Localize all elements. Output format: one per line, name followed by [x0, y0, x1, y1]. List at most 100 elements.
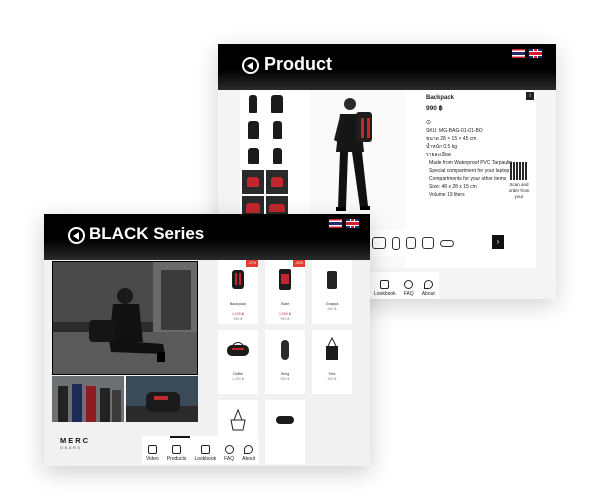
logo-text: MERC — [60, 436, 91, 445]
nav-about[interactable]: About — [238, 436, 259, 464]
related-products-strip: › — [368, 230, 504, 256]
original-price: 1,190 ฿ — [232, 312, 244, 316]
nav-lookbook[interactable]: Lookbook — [190, 436, 220, 464]
bag-photo — [126, 376, 198, 422]
video-player[interactable] — [52, 261, 198, 375]
logo-subtext: GEARS — [60, 445, 82, 450]
product-card[interactable]: Grappa 590 ฿ — [312, 260, 352, 324]
back-icon[interactable] — [242, 57, 259, 74]
thumbnail[interactable] — [242, 92, 264, 116]
series-header: BLACK Series — [44, 214, 370, 260]
nav-about[interactable]: About — [418, 272, 439, 299]
product-name: Sling — [280, 372, 290, 376]
thai-flag-icon[interactable] — [329, 219, 342, 228]
duffle-image — [226, 336, 250, 362]
video-thumbnail[interactable] — [52, 376, 124, 422]
nav-video[interactable]: Video — [142, 436, 163, 464]
bag-thumbnail[interactable] — [392, 236, 400, 250]
thumbnail[interactable] — [242, 144, 264, 168]
nav-label: Lookbook — [194, 456, 217, 462]
sling-image — [273, 336, 297, 362]
pin-icon — [244, 445, 254, 454]
detail-line: Volume 19 liters — [429, 192, 465, 198]
detail-line: Made from Waterproof PVC Tarpaulin — [429, 160, 513, 166]
group-photo — [52, 376, 124, 422]
bag-thumbnail[interactable] — [372, 237, 386, 249]
product-weight: น้ำหนัก 0.5 kg — [426, 144, 457, 150]
nav-products[interactable]: Products — [163, 436, 191, 464]
product-price: 990 ฿ — [280, 317, 290, 321]
detail-line: Size: 48 x 28 x 15 cm — [429, 184, 477, 190]
info-icon[interactable]: i — [526, 92, 534, 100]
nav-faq[interactable]: FAQ — [400, 272, 418, 299]
product-card[interactable]: Duffle 1,290 ฿ — [218, 330, 258, 394]
nav-label: Lookbook — [374, 291, 396, 297]
bag-image — [320, 266, 344, 292]
image-icon — [380, 280, 390, 289]
qr-code — [510, 162, 528, 180]
detail-line: Compartments for your other items — [429, 176, 507, 182]
product-nav: Lookbook FAQ About — [370, 272, 439, 299]
qr-caption: Scan and order from your — [508, 182, 530, 199]
thumbnail[interactable] — [266, 170, 288, 194]
video-frame — [53, 262, 197, 374]
video-icon — [147, 445, 157, 454]
product-thumbnails — [242, 92, 290, 220]
product-size: ขนาด 28 × 15 × 45 cm — [426, 136, 477, 142]
thumbnail[interactable] — [242, 118, 264, 142]
product-grid: -17% Backpack 1,190 ฿ 990 ฿ -23% Slate 1… — [218, 260, 353, 464]
detail-line: Special compartment for your laptop — [429, 168, 510, 174]
waist-bag-image — [273, 406, 297, 432]
nav-label: About — [421, 291, 435, 297]
product-card[interactable]: -23% Slate 1,290 ฿ 990 ฿ — [265, 260, 305, 324]
nav-lookbook[interactable]: Lookbook — [370, 272, 400, 299]
nav-label: FAQ — [403, 291, 414, 297]
back-icon[interactable] — [68, 227, 85, 244]
product-name: Backpack — [426, 95, 455, 101]
page-title: Product — [264, 54, 333, 74]
bag-thumbnail[interactable] — [440, 239, 454, 247]
thumbnail[interactable] — [266, 118, 288, 142]
merc-gears-logo: MERC GEARS — [60, 436, 100, 450]
question-icon — [404, 280, 414, 289]
page-title: BLACK Series — [89, 224, 205, 243]
thumbnail[interactable] — [266, 92, 288, 116]
product-sku: SKU: MG-BAG-01-01-BO — [426, 128, 483, 134]
active-indicator — [170, 436, 190, 438]
backpack-image — [226, 266, 250, 292]
product-price: 490 ฿ — [327, 377, 337, 381]
product-price: 590 ฿ — [280, 377, 290, 381]
nav-label: Products — [166, 456, 187, 462]
tote-image — [226, 406, 250, 432]
black-series-screen: BLACK Series -17% Backpack 1,190 ฿ 990 ฿… — [44, 214, 370, 466]
product-name: Grappa — [325, 302, 339, 306]
product-price: 590 ฿ — [327, 307, 337, 311]
nav-label: FAQ — [224, 456, 235, 462]
backpack-image — [273, 266, 297, 292]
series-nav: Video Products Lookbook FAQ About — [142, 436, 260, 464]
image-icon — [200, 445, 210, 454]
product-name: Backpack — [229, 302, 247, 306]
thumbnail[interactable] — [266, 144, 288, 168]
thumbnail[interactable] — [242, 170, 264, 194]
chevron-right-icon[interactable]: › — [492, 235, 504, 249]
product-name: Tote — [328, 372, 336, 376]
product-header: Product — [218, 44, 556, 90]
product-card[interactable] — [265, 400, 305, 464]
nav-label: Video — [146, 456, 159, 462]
tote-image — [320, 336, 344, 362]
product-card[interactable]: Tote 490 ฿ — [312, 330, 352, 394]
bag-thumbnail[interactable] — [422, 237, 434, 249]
uk-flag-icon[interactable] — [529, 49, 542, 58]
bag-thumbnail[interactable] — [406, 237, 416, 249]
product-price: 990 ฿ — [233, 317, 243, 321]
product-card[interactable]: -17% Backpack 1,190 ฿ 990 ฿ — [218, 260, 258, 324]
language-switcher — [512, 49, 542, 58]
original-price: 1,290 ฿ — [279, 312, 291, 316]
settings-icon[interactable]: ⊙ — [426, 119, 534, 127]
uk-flag-icon[interactable] — [346, 219, 359, 228]
thai-flag-icon[interactable] — [512, 49, 525, 58]
video-thumbnail[interactable] — [126, 376, 198, 422]
product-card[interactable]: Sling 590 ฿ — [265, 330, 305, 394]
nav-faq[interactable]: FAQ — [220, 436, 238, 464]
